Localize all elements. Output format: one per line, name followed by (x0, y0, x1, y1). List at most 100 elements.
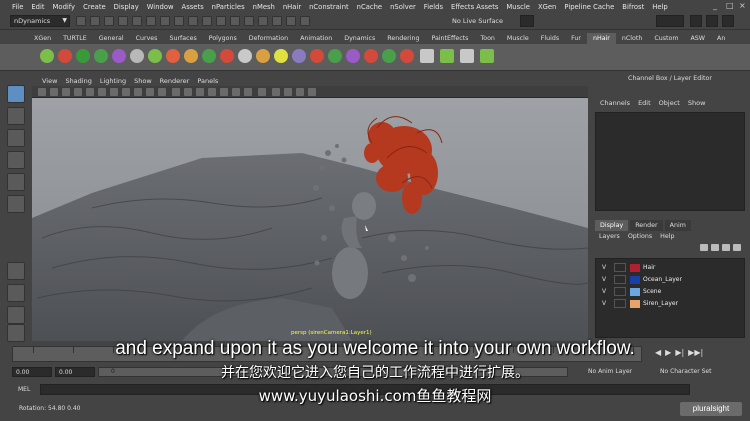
menu-ncache[interactable]: nCache (353, 3, 386, 11)
move-layer-down-icon[interactable] (711, 244, 719, 251)
hair-s-icon[interactable] (202, 49, 216, 63)
hair-grid-icon[interactable] (420, 49, 434, 63)
layer-row[interactable]: V Scene (596, 286, 746, 297)
menu-xgen[interactable]: XGen (534, 3, 560, 11)
wireframe-icon[interactable] (172, 88, 180, 96)
shelf-tab-polygons[interactable]: Polygons (203, 33, 243, 44)
motion-blur-icon[interactable] (284, 88, 292, 96)
shelf-tab-deformation[interactable]: Deformation (243, 33, 294, 44)
menu-modify[interactable]: Modify (49, 3, 80, 11)
perspective-viewport[interactable]: persp (sirenCamera1:Layer1) (32, 98, 588, 341)
shelf-tab-xgen[interactable]: XGen (28, 33, 57, 44)
shelf-tab-asw[interactable]: ASW (684, 33, 711, 44)
layer-color-swatch[interactable] (630, 263, 640, 272)
shelf-tab-rendering[interactable]: Rendering (381, 33, 425, 44)
hair-r6-icon[interactable] (400, 49, 414, 63)
menu-nsolver[interactable]: nSolver (386, 3, 420, 11)
ambient-occlusion-icon[interactable] (272, 88, 280, 96)
layer-row[interactable]: V Ocean_Layer (596, 274, 746, 285)
layer-playback-toggle[interactable] (614, 263, 626, 272)
camera-select-icon[interactable] (38, 88, 46, 96)
render-settings-icon[interactable] (300, 16, 310, 26)
menu-bifrost[interactable]: Bifrost (618, 3, 648, 11)
layer-menu-options[interactable]: Options (624, 233, 656, 240)
layer-menu-layers[interactable]: Layers (595, 233, 624, 240)
menu-display[interactable]: Display (110, 3, 143, 11)
hair-dot-icon[interactable] (130, 49, 144, 63)
image-plane-icon[interactable] (74, 88, 82, 96)
hair-g2-icon[interactable] (382, 49, 396, 63)
render-frame-icon[interactable] (272, 16, 282, 26)
shelf-tab-animation[interactable]: Animation (294, 33, 338, 44)
hair-curve2-icon[interactable] (184, 49, 198, 63)
film-gate-icon[interactable] (98, 88, 106, 96)
shelf-tab-general[interactable]: General (93, 33, 130, 44)
layer-visibility-toggle[interactable]: V (598, 288, 610, 295)
hair-r4-icon[interactable] (310, 49, 324, 63)
menu-fields[interactable]: Fields (420, 3, 447, 11)
shelf-tab-ncloth[interactable]: nCloth (616, 33, 648, 44)
layer-visibility-toggle[interactable]: V (598, 264, 610, 271)
new-layer-icon[interactable] (722, 244, 730, 251)
layer-color-swatch[interactable] (630, 299, 640, 308)
menu-assets[interactable]: Assets (178, 3, 208, 11)
select-object-icon[interactable] (160, 16, 170, 26)
field-chart-icon[interactable] (134, 88, 142, 96)
safe-action-icon[interactable] (146, 88, 154, 96)
isolate-select-icon[interactable] (258, 88, 266, 96)
anti-alias-icon[interactable] (296, 88, 304, 96)
menu-edit[interactable]: Edit (27, 3, 48, 11)
menu-effects-assets[interactable]: Effects Assets (447, 3, 502, 11)
viewport-menu-panels[interactable]: Panels (193, 77, 222, 85)
shadows-icon[interactable] (244, 88, 252, 96)
viewport-menu-show[interactable]: Show (130, 77, 156, 85)
channel-box-area[interactable] (595, 112, 745, 211)
hair-r3-icon[interactable] (256, 49, 270, 63)
hair-grid2-icon[interactable] (440, 49, 454, 63)
layer-playback-toggle[interactable] (614, 287, 626, 296)
new-layer-selected-icon[interactable] (733, 244, 741, 251)
history-icon[interactable] (258, 16, 268, 26)
safe-title-icon[interactable] (158, 88, 166, 96)
redo-icon[interactable] (132, 16, 142, 26)
create-hair-icon[interactable] (40, 49, 54, 63)
menuset-dropdown[interactable]: nDynamics ▼ (10, 15, 70, 27)
attribute-editor-toggle-icon[interactable] (722, 15, 734, 27)
hair-r-icon[interactable] (220, 49, 234, 63)
rotate-tool-icon[interactable] (7, 173, 25, 191)
menu-nconstraint[interactable]: nConstraint (305, 3, 353, 11)
shelf-tab-curves[interactable]: Curves (130, 33, 164, 44)
input-mode-icon[interactable] (520, 15, 534, 27)
layer-visibility-toggle[interactable]: V (598, 300, 610, 307)
hair-red-icon[interactable] (166, 49, 180, 63)
hair-paint-icon[interactable] (76, 49, 90, 63)
viewport-menu-view[interactable]: View (38, 77, 61, 85)
lasso-tool-icon[interactable] (7, 107, 25, 125)
layer-row[interactable]: V Siren_Layer (596, 298, 746, 309)
menu-window[interactable]: Window (143, 3, 178, 11)
textured-icon[interactable] (220, 88, 228, 96)
cb-menu-channels[interactable]: Channels (596, 99, 634, 111)
snap-plane-icon[interactable] (230, 16, 240, 26)
hair-arrow-icon[interactable] (94, 49, 108, 63)
viewport-menu-shading[interactable]: Shading (61, 77, 95, 85)
bookmark-icon[interactable] (62, 88, 70, 96)
shelf-tab-dynamics[interactable]: Dynamics (338, 33, 381, 44)
hair-green-icon[interactable] (148, 49, 162, 63)
layer-visibility-toggle[interactable]: V (598, 276, 610, 283)
minimize-icon[interactable]: _ (713, 1, 717, 10)
shelf-tab-fluids[interactable]: Fluids (535, 33, 565, 44)
move-layer-up-icon[interactable] (700, 244, 708, 251)
select-component-icon[interactable] (174, 16, 184, 26)
cb-menu-edit[interactable]: Edit (634, 99, 655, 111)
ipr-render-icon[interactable] (286, 16, 296, 26)
shelf-tab-turtle[interactable]: TURTLE (57, 33, 93, 44)
hair-spiral-icon[interactable] (292, 49, 306, 63)
tool-settings-toggle-icon[interactable] (706, 15, 718, 27)
resolution-gate-icon[interactable] (110, 88, 118, 96)
paint-select-tool-icon[interactable] (7, 129, 25, 147)
scale-tool-icon[interactable] (7, 195, 25, 213)
shelf-tab-fur[interactable]: Fur (565, 33, 587, 44)
hair-grid4-icon[interactable] (480, 49, 494, 63)
shelf-tab-toon[interactable]: Toon (474, 33, 500, 44)
